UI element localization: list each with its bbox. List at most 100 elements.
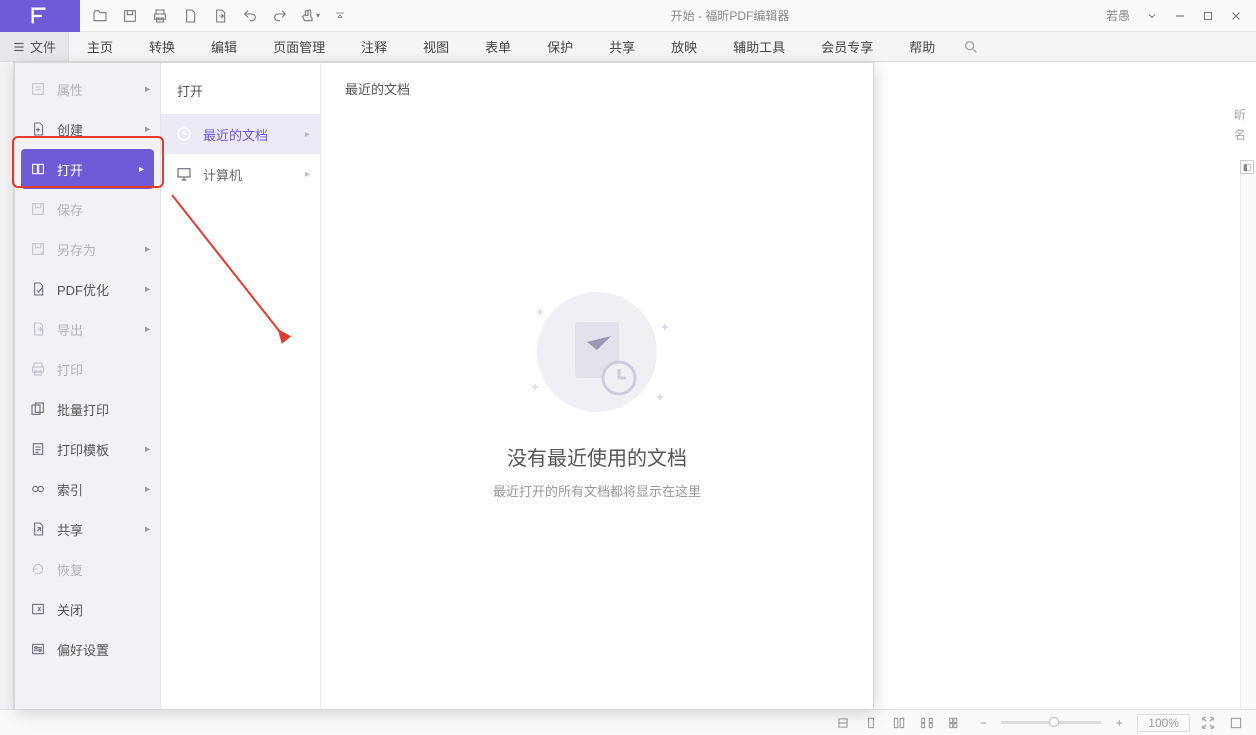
- file-menu-item-label: 批量打印: [57, 400, 109, 419]
- title-bar: ▾ 开始 - 福昕PDF编辑器 若愚: [0, 0, 1256, 32]
- submenu-item-computer[interactable]: 计算机▸: [161, 154, 320, 194]
- quick-access-toolbar: ▾: [80, 4, 360, 28]
- window-title: 开始 - 福昕PDF编辑器: [360, 7, 1100, 24]
- file-menu-item-optimize[interactable]: PDF优化 ▸: [15, 269, 160, 309]
- chevron-right-icon: ▸: [145, 284, 150, 295]
- search-icon[interactable]: [953, 32, 989, 61]
- file-menu-item-save: 保存: [15, 189, 160, 229]
- tab-11[interactable]: 会员专享: [803, 32, 891, 62]
- tab-1[interactable]: 转换: [131, 32, 193, 62]
- file-menu-item-label: PDF优化: [57, 280, 109, 299]
- chevron-right-icon: ▸: [139, 164, 144, 175]
- file-menu-item-label: 保存: [57, 200, 83, 219]
- tab-0[interactable]: 主页: [69, 32, 131, 62]
- share-icon: [29, 520, 47, 538]
- file-menu-item-saveas: 另存为▸: [15, 229, 160, 269]
- file-menu-item-batchprint[interactable]: 批量打印: [15, 389, 160, 429]
- empty-state: 没有最近使用的文档 最近打开的所有文档都将显示在这里: [321, 63, 873, 709]
- tab-10[interactable]: 辅助工具: [715, 32, 803, 62]
- chevron-right-icon: ▸: [145, 124, 150, 135]
- prefs-icon: [29, 640, 47, 658]
- zoom-in-icon[interactable]: +: [1109, 713, 1129, 733]
- save-icon: [29, 200, 47, 218]
- file-tab[interactable]: 文件: [0, 32, 69, 61]
- file-menu-item-label: 关闭: [57, 600, 83, 619]
- tab-12[interactable]: 帮助: [891, 32, 953, 62]
- file-menu-item-restore: 恢复: [15, 549, 160, 589]
- file-menu-item-index[interactable]: 索引▸: [15, 469, 160, 509]
- file-menu-item-label: 打印模板: [57, 440, 109, 459]
- batchprint-icon: [29, 400, 47, 418]
- app-logo: [0, 0, 80, 32]
- fullscreen-icon[interactable]: [1226, 713, 1246, 733]
- optimize-icon: [29, 280, 47, 298]
- tab-4[interactable]: 注释: [343, 32, 405, 62]
- tab-7[interactable]: 保护: [529, 32, 591, 62]
- chevron-right-icon: ▸: [145, 84, 150, 95]
- tab-2[interactable]: 编辑: [193, 32, 255, 62]
- print-icon: [29, 360, 47, 378]
- file-menu-panel: 属性▸创建▸打开▸保存另存为▸PDF优化▸导出▸打印批量打印打印模板▸索引▸共享…: [14, 62, 874, 710]
- properties-icon: [29, 80, 47, 98]
- continuous-icon[interactable]: [889, 713, 909, 733]
- empty-subtitle: 最近打开的所有文档都将显示在这里: [493, 481, 701, 500]
- file-menu-item-label: 导出: [57, 320, 83, 339]
- submenu-item-clock[interactable]: 最近的文档▸: [161, 114, 320, 154]
- file-menu-content: 最近的文档 没有最近使用的文档 最近打开的所有文档都将显示在这里: [321, 63, 873, 709]
- chevron-right-icon: ▸: [145, 444, 150, 455]
- hand-icon[interactable]: ▾: [298, 4, 322, 28]
- restore-icon: [29, 560, 47, 578]
- tabs-row: 主页转换编辑页面管理注释视图表单保护共享放映辅助工具会员专享帮助: [69, 32, 953, 61]
- tab-9[interactable]: 放映: [653, 32, 715, 62]
- export-icon: [29, 320, 47, 338]
- left-sidebar-strip: [0, 62, 14, 709]
- open-icon[interactable]: [88, 4, 112, 28]
- zoom-slider[interactable]: [1001, 721, 1101, 724]
- qat-more-icon[interactable]: [328, 4, 352, 28]
- chevron-right-icon: ▸: [145, 244, 150, 255]
- fit-width-icon[interactable]: [1198, 713, 1218, 733]
- reflow-icon[interactable]: [833, 713, 853, 733]
- right-sidebar-strip: ◧: [1240, 160, 1256, 709]
- file-menu-item-label: 共享: [57, 520, 83, 539]
- chevron-down-icon[interactable]: [1140, 4, 1164, 28]
- empty-title: 没有最近使用的文档: [507, 442, 687, 471]
- file-menu-item-share[interactable]: 共享 ▸: [15, 509, 160, 549]
- file-menu-item-label: 属性: [57, 80, 83, 99]
- new-doc-icon[interactable]: [178, 4, 202, 28]
- single-page-icon[interactable]: [861, 713, 881, 733]
- tab-5[interactable]: 视图: [405, 32, 467, 62]
- file-menu-item-close[interactable]: 关闭: [15, 589, 160, 629]
- file-menu-item-printtpl[interactable]: 打印模板 ▸: [15, 429, 160, 469]
- file-menu-item-prefs[interactable]: 偏好设置: [15, 629, 160, 669]
- close-icon[interactable]: [1224, 4, 1248, 28]
- bg-text-1: 昕: [1234, 106, 1246, 123]
- chevron-right-icon: ▸: [305, 129, 310, 140]
- panel-toggle-icon[interactable]: ◧: [1240, 160, 1254, 174]
- undo-icon[interactable]: [238, 4, 262, 28]
- zoom-value[interactable]: 100%: [1137, 714, 1190, 732]
- user-name[interactable]: 若愚: [1100, 7, 1136, 24]
- file-menu-item-open[interactable]: 打开▸: [21, 149, 154, 189]
- file-menu-item-properties: 属性 ▸: [15, 69, 160, 109]
- minimize-icon[interactable]: [1168, 4, 1192, 28]
- chevron-right-icon: ▸: [145, 524, 150, 535]
- file-menu-item-label: 打印: [57, 360, 83, 379]
- file-menu-item-label: 索引: [57, 480, 83, 499]
- chevron-right-icon: ▸: [305, 169, 310, 180]
- tab-8[interactable]: 共享: [591, 32, 653, 62]
- create-icon: [29, 120, 47, 138]
- tab-6[interactable]: 表单: [467, 32, 529, 62]
- zoom-out-icon[interactable]: −: [973, 713, 993, 733]
- file-submenu: 打开 最近的文档▸计算机▸: [161, 63, 321, 709]
- facing-continuous-icon[interactable]: [945, 713, 965, 733]
- maximize-icon[interactable]: [1196, 4, 1220, 28]
- facing-icon[interactable]: [917, 713, 937, 733]
- file-menu-item-export: 导出▸: [15, 309, 160, 349]
- redo-icon[interactable]: [268, 4, 292, 28]
- export-icon[interactable]: [208, 4, 232, 28]
- print-icon[interactable]: [148, 4, 172, 28]
- tab-3[interactable]: 页面管理: [255, 32, 343, 62]
- save-icon[interactable]: [118, 4, 142, 28]
- file-menu-item-create[interactable]: 创建▸: [15, 109, 160, 149]
